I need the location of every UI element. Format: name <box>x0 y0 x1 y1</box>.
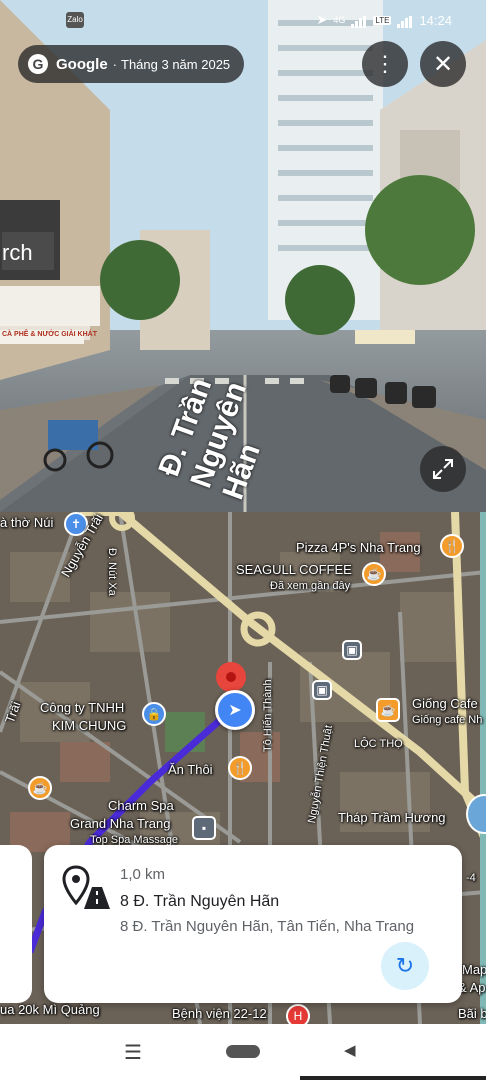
map-label-bai-b: Bãi b <box>458 1006 486 1021</box>
gesture-strip <box>300 1076 486 1080</box>
system-navigation-bar: ☰ ◀ <box>0 1024 486 1080</box>
separator: · <box>112 56 118 72</box>
close-button[interactable]: ✕ <box>420 41 466 87</box>
place-road-icon <box>62 865 110 909</box>
hotel-poi-icon[interactable]: ▪ <box>192 816 216 840</box>
map-label-charm-spa: Charm Spa <box>108 798 174 813</box>
capture-date: Tháng 3 năm 2025 <box>121 56 231 72</box>
restaurant-poi-icon-2[interactable]: 🍴 <box>228 756 252 780</box>
map-label-four: -4 <box>466 872 476 884</box>
refresh-icon: ↻ <box>395 953 415 978</box>
brand-label: Google <box>56 55 108 73</box>
map-label-pizza: Pizza 4P's Nha Trang <box>296 540 421 555</box>
map-label-mi-quang: ua 20k Mì Quảng <box>0 1002 100 1017</box>
previous-card-peek[interactable] <box>0 845 32 1003</box>
zalo-notification-icon: Zalo <box>66 12 84 28</box>
shop-sign-cafe: CÀ PHÊ & NƯỚC GIẢI KHÁT <box>2 331 98 338</box>
map-label-ap-right: & Ap <box>458 980 486 995</box>
map-label-map-right: Map <box>462 962 486 977</box>
map-label-loc-tho: LỘC THỌ <box>354 738 403 750</box>
back-button[interactable]: ◀ <box>344 1041 356 1059</box>
expand-icon <box>433 459 453 479</box>
bus-stop-icon-2[interactable]: ▣ <box>312 680 332 700</box>
map-label-thap-tram-huong: Tháp Trầm Hương <box>338 810 446 825</box>
place-card[interactable]: 1,0 km 8 Đ. Trần Nguyên Hãn 8 Đ. Trần Ng… <box>44 845 462 1003</box>
map-label-benh-vien: Bệnh viện 22-12 <box>172 1006 267 1021</box>
hospital-poi-icon[interactable]: H <box>286 1004 310 1024</box>
home-button[interactable] <box>226 1045 260 1058</box>
map-label-seagull-sub: Đã xem gần đây <box>270 580 351 592</box>
map-label-cong-ty-1: Công ty TNHH <box>40 700 125 715</box>
more-options-button[interactable]: ⋮ <box>362 41 408 87</box>
map-label-giong-cafe-sub: Giống cafe Nh <box>412 714 483 726</box>
my-location-arrow[interactable]: ➤ <box>215 690 255 730</box>
street-view-info-pill[interactable]: G Google · Tháng 3 năm 2025 <box>18 45 244 83</box>
signal-icon <box>351 13 367 28</box>
shopping-poi-icon[interactable]: 🔒 <box>142 702 166 726</box>
close-icon: ✕ <box>432 50 454 78</box>
cafe-poi-icon-2[interactable]: ☕ <box>28 776 52 800</box>
lte-label: LTE <box>373 15 392 25</box>
cafe-square-poi-icon[interactable]: ☕ <box>376 698 400 722</box>
map-label-seagull: SEAGULL COFFEE <box>236 562 352 577</box>
map-label-an-thoi: Ăn Thôi <box>168 762 213 777</box>
expand-button[interactable] <box>420 446 466 492</box>
status-icons: ➤ 4G LTE 14:24 <box>316 12 452 28</box>
map-label-grand-nha-trang: Grand Nha Trang <box>70 816 171 831</box>
street-view-panorama[interactable]: Đ. Trần Nguyên Hãn rch CÀ PHÊ & NƯỚC GIẢ… <box>0 0 486 512</box>
refresh-button[interactable]: ↻ <box>381 942 429 990</box>
location-icon: ➤ <box>316 12 328 27</box>
shop-sign-text: rch <box>2 240 33 265</box>
restaurant-poi-icon[interactable]: 🍴 <box>440 534 464 558</box>
bus-stop-icon[interactable]: ▣ <box>342 640 362 660</box>
place-address: 8 Đ. Trần Nguyên Hãn, Tân Tiến, Nha Tran… <box>120 918 415 935</box>
distance-label: 1,0 km <box>120 866 166 883</box>
map-label-cong-ty-2: KIM CHUNG <box>52 718 127 733</box>
map-label-to-hien-thanh: Tô Hiến Thành <box>262 679 274 752</box>
status-bar: Zalo ➤ 4G LTE 14:24 <box>0 8 486 36</box>
map-label-dnut-xa: Đ. Nút Xa <box>106 548 118 596</box>
network-label: 4G <box>333 15 346 25</box>
cafe-poi-icon[interactable]: ☕ <box>362 562 386 586</box>
place-title: 8 Đ. Trần Nguyên Hãn <box>120 893 280 910</box>
recent-apps-button[interactable]: ☰ <box>124 1040 142 1065</box>
google-g-icon: G <box>28 54 48 74</box>
map-label-tho-nui: à thờ Núi <box>0 515 54 530</box>
map-label-giong-cafe: Giống Cafe <box>412 696 478 711</box>
navigation-arrow-icon: ➤ <box>228 702 242 719</box>
clock: 14:24 <box>419 12 452 28</box>
signal-icon-2 <box>397 13 413 28</box>
more-vert-icon: ⋮ <box>374 51 396 76</box>
destination-pin[interactable] <box>216 662 246 692</box>
